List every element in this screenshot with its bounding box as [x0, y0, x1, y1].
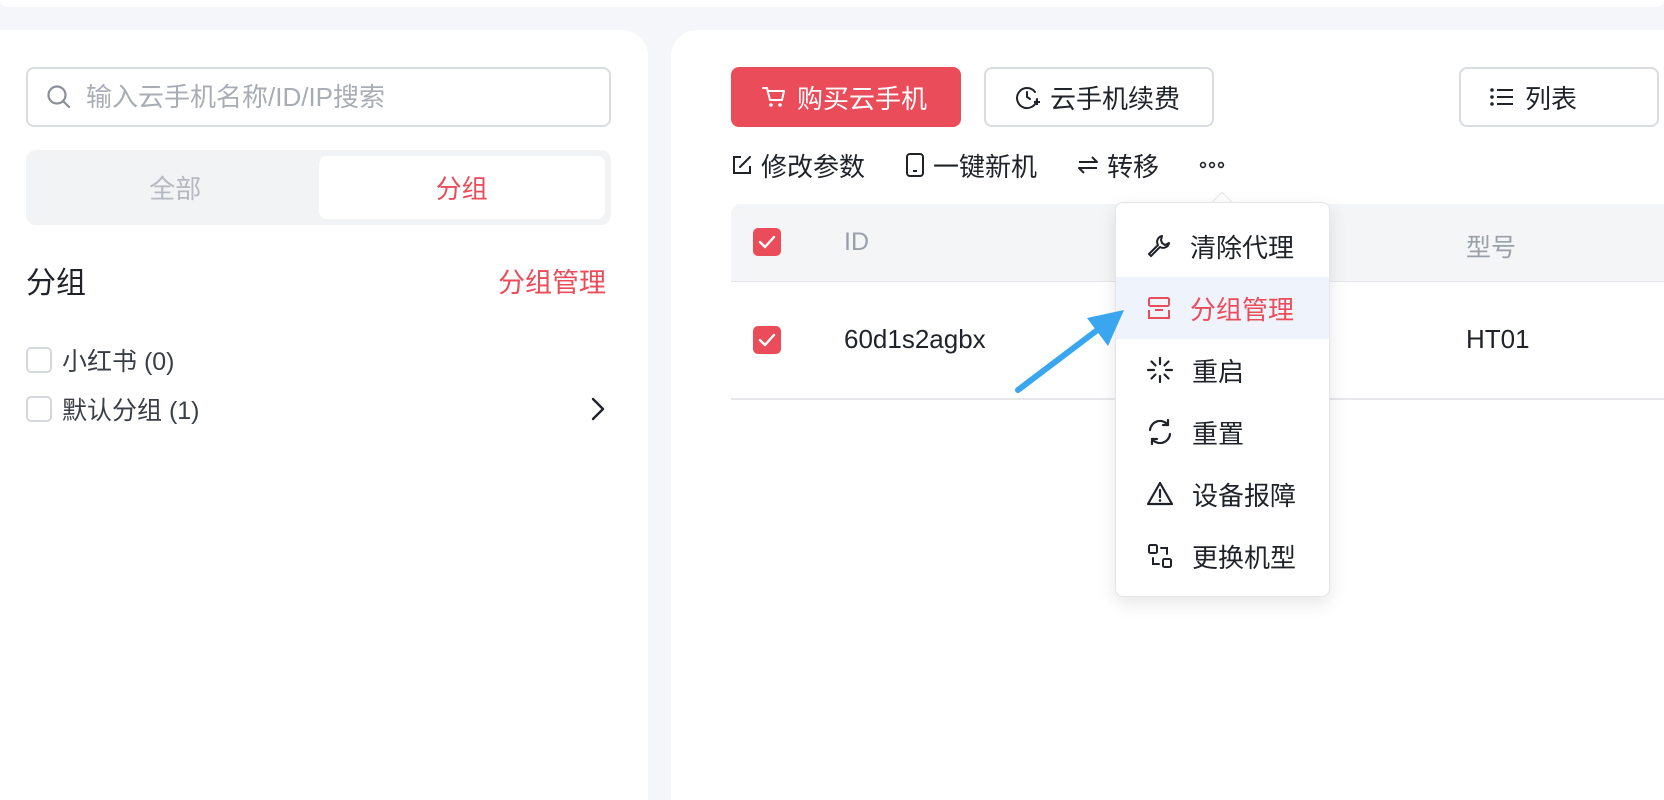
check-icon	[758, 333, 776, 347]
transfer-label: 转移	[1107, 151, 1160, 182]
new-device-button[interactable]: 一键新机	[905, 147, 1037, 184]
menu-item-label: 清除代理	[1190, 232, 1295, 263]
buy-phone-label: 购买云手机	[797, 83, 928, 114]
edit-icon	[733, 156, 751, 174]
view-switch: 全部 分组	[26, 150, 611, 225]
more-icon	[1199, 161, 1225, 169]
menu-item-group-manage[interactable]: 分组管理	[1116, 277, 1329, 339]
warning-icon	[1146, 481, 1174, 506]
group-icon	[1148, 297, 1170, 319]
search-input[interactable]	[86, 81, 586, 113]
top-strip	[0, 0, 1664, 7]
search-box[interactable]	[26, 67, 611, 127]
device-model-cell: HT01	[1466, 324, 1530, 354]
group-item-default[interactable]: 默认分组 (1)	[26, 384, 610, 433]
menu-item-label: 重启	[1192, 356, 1245, 387]
more-actions-menu: 清除代理 分组管理 重启 重置 设备报障 更换机型	[1115, 202, 1330, 597]
group-checkbox[interactable]	[26, 395, 52, 422]
swap-model-icon	[1148, 544, 1172, 568]
more-button[interactable]	[1199, 160, 1225, 170]
list-icon	[1490, 88, 1513, 106]
search-icon	[47, 85, 71, 109]
menu-item-label: 更换机型	[1192, 542, 1297, 573]
clock-renew-icon	[1016, 87, 1040, 110]
tab-all[interactable]: 全部	[32, 156, 319, 219]
transfer-icon	[1078, 156, 1099, 174]
menu-item-label: 重置	[1192, 418, 1245, 449]
list-view-button[interactable]: 列表	[1459, 67, 1659, 127]
menu-item-restart[interactable]: 重启	[1116, 339, 1329, 401]
group-item-xiaohongshu[interactable]: 小红书 (0)	[26, 335, 610, 384]
group-checkbox[interactable]	[26, 346, 52, 373]
group-header: 分组 分组管理	[26, 258, 606, 302]
group-item-label: 小红书 (0)	[62, 347, 175, 376]
select-all-checkbox[interactable]	[753, 228, 781, 256]
chevron-right-icon[interactable]	[590, 396, 606, 422]
column-header-model: 型号	[1466, 234, 1517, 262]
tab-group[interactable]: 分组	[318, 156, 605, 219]
menu-item-label: 设备报障	[1192, 480, 1297, 511]
edit-params-button[interactable]: 修改参数	[731, 147, 865, 184]
refresh-icon	[1148, 418, 1172, 446]
renew-label: 云手机续费	[1050, 83, 1181, 114]
check-icon	[758, 235, 776, 249]
menu-item-label: 分组管理	[1190, 294, 1295, 325]
list-view-label: 列表	[1525, 83, 1578, 114]
group-title: 分组	[26, 267, 86, 300]
group-list: 小红书 (0) 默认分组 (1)	[26, 335, 610, 433]
row-checkbox[interactable]	[753, 326, 781, 354]
menu-item-clear-proxy[interactable]: 清除代理	[1116, 215, 1329, 277]
device-id-cell: 60d1s2agbx	[844, 324, 986, 354]
loading-icon	[1146, 356, 1174, 384]
buy-phone-button[interactable]: 购买云手机	[731, 67, 961, 127]
group-sidebar: 全部 分组 分组 分组管理 小红书 (0) 默认分组 (1)	[0, 30, 648, 800]
renew-button[interactable]: 云手机续费	[984, 67, 1214, 127]
transfer-button[interactable]: 转移	[1077, 147, 1159, 184]
cart-icon	[762, 87, 785, 107]
action-toolbar: 修改参数 一键新机 转移	[731, 145, 1265, 185]
group-manage-link[interactable]: 分组管理	[498, 261, 606, 300]
edit-params-label: 修改参数	[761, 151, 866, 182]
column-header-id: ID	[844, 228, 869, 256]
menu-item-reset[interactable]: 重置	[1116, 401, 1329, 463]
menu-item-report-fault[interactable]: 设备报障	[1116, 463, 1329, 525]
phone-icon	[906, 153, 925, 177]
wrench-icon	[1148, 235, 1170, 257]
group-item-label: 默认分组 (1)	[62, 396, 200, 425]
new-device-label: 一键新机	[933, 151, 1038, 182]
menu-item-change-model[interactable]: 更换机型	[1116, 525, 1329, 587]
